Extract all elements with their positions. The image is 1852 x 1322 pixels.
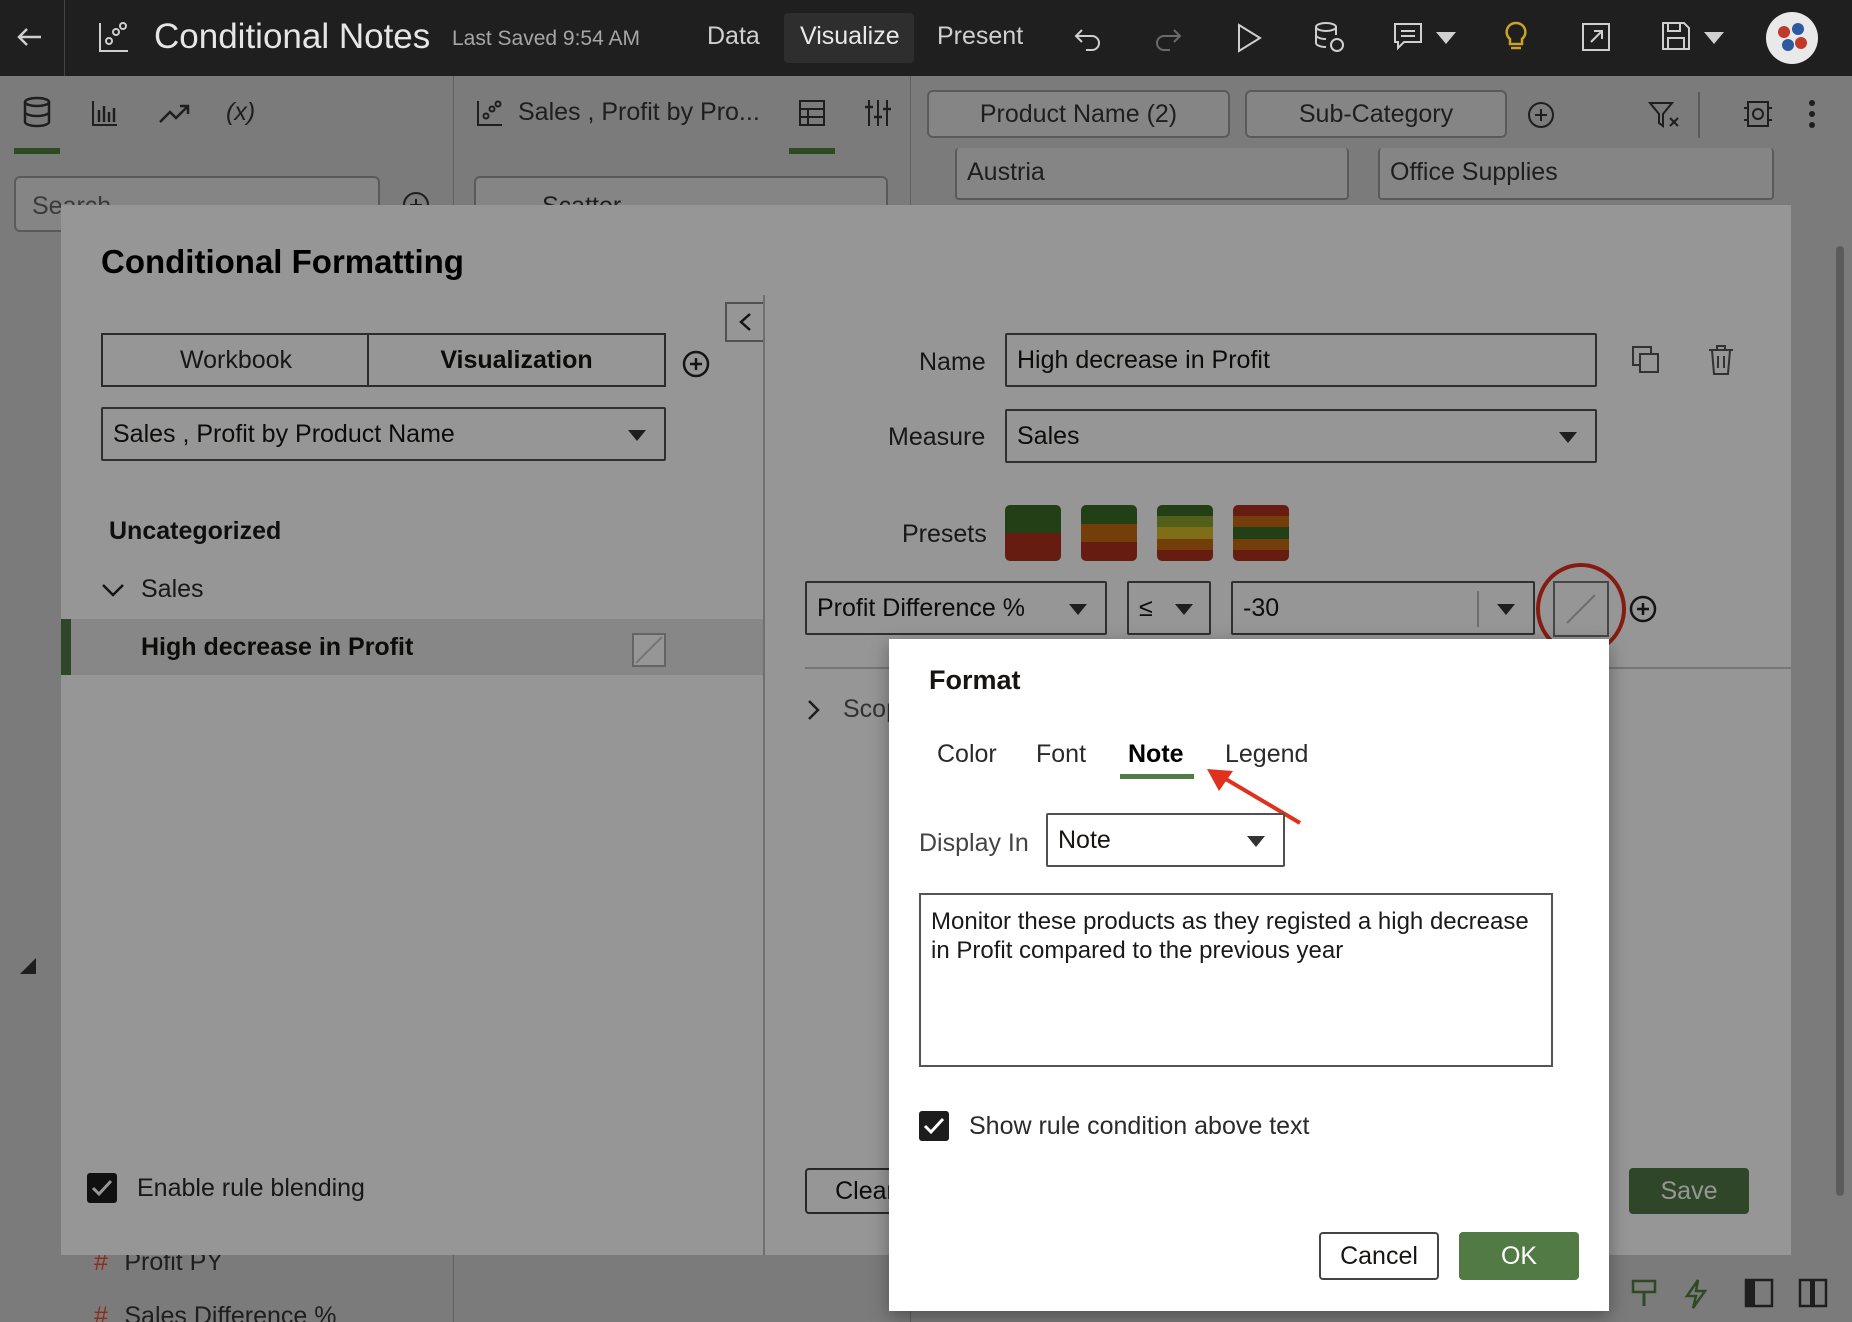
data-refresh-icon[interactable] xyxy=(1312,20,1346,54)
active-panel-underline xyxy=(14,148,60,154)
ok-button[interactable]: OK xyxy=(1459,1232,1579,1280)
scatter-chart-icon xyxy=(97,20,131,54)
scrollbar[interactable] xyxy=(1836,246,1844,1196)
bar-chart-icon[interactable] xyxy=(90,98,120,128)
export-icon[interactable] xyxy=(1580,21,1612,53)
checkbox-icon xyxy=(919,1111,949,1141)
scatter-chart-icon xyxy=(475,98,505,128)
back-arrow-icon[interactable] xyxy=(14,22,44,52)
measure-hash-icon: # xyxy=(94,1302,108,1322)
chevron-down-icon xyxy=(1247,836,1265,847)
play-icon[interactable] xyxy=(1234,22,1264,54)
app-title: Conditional Notes xyxy=(154,17,431,56)
drop-target-sub-category[interactable]: Sub-Category xyxy=(1245,90,1507,138)
tab-note[interactable]: Note xyxy=(1128,740,1184,769)
active-panel-underline xyxy=(789,148,835,154)
comment-dropdown-icon[interactable] xyxy=(1436,32,1456,44)
format-painter-icon[interactable] xyxy=(1630,1278,1658,1310)
comment-icon[interactable] xyxy=(1392,20,1424,52)
viz-title: Sales , Profit by Pro... xyxy=(518,98,760,126)
show-condition-label: Show rule condition above text xyxy=(969,1111,1310,1140)
redo-icon[interactable] xyxy=(1152,22,1184,54)
lightning-icon[interactable] xyxy=(1684,1278,1708,1310)
panel-toggle-icon[interactable] xyxy=(1744,1278,1774,1308)
list-item[interactable]: # Sales Difference % xyxy=(94,1302,337,1322)
show-condition-checkbox[interactable]: Show rule condition above text xyxy=(919,1111,1310,1141)
tab-present[interactable]: Present xyxy=(937,22,1023,51)
format-popup: Format Color Font Note Legend Display In… xyxy=(889,639,1609,1311)
database-icon[interactable] xyxy=(22,96,52,128)
filter-category-select[interactable]: Office Supplies xyxy=(1378,148,1774,200)
tab-color[interactable]: Color xyxy=(937,740,997,769)
save-dropdown-icon[interactable] xyxy=(1704,32,1724,44)
list-item-label: Sales Difference % xyxy=(124,1302,337,1322)
display-in-label: Display In xyxy=(919,829,1029,857)
filter-country-select[interactable]: Austria xyxy=(955,148,1349,200)
settings-gear-icon[interactable] xyxy=(1742,98,1774,130)
tab-data[interactable]: Data xyxy=(707,22,760,51)
properties-icon[interactable] xyxy=(864,98,892,128)
tab-visualize[interactable]: Visualize xyxy=(800,22,900,51)
save-icon[interactable] xyxy=(1660,20,1692,52)
calculation-icon[interactable]: (x) xyxy=(226,98,255,127)
top-bar: Conditional Notes Last Saved 9:54 AM Dat… xyxy=(0,0,1852,76)
panel-toggle-right-icon[interactable] xyxy=(1798,1278,1828,1308)
cancel-button[interactable]: Cancel xyxy=(1319,1232,1439,1280)
collapse-triangle-icon[interactable] xyxy=(20,958,36,974)
undo-icon[interactable] xyxy=(1072,22,1104,54)
display-in-select[interactable]: Note xyxy=(1046,813,1285,867)
grammar-icon[interactable] xyxy=(798,98,826,128)
format-title: Format xyxy=(929,665,1021,695)
drop-target-product-name[interactable]: Product Name (2) xyxy=(927,90,1230,138)
trend-icon[interactable] xyxy=(158,102,190,124)
last-saved-text: Last Saved 9:54 AM xyxy=(452,27,640,50)
add-circle-icon[interactable] xyxy=(1526,100,1556,130)
more-menu-icon[interactable] xyxy=(1808,98,1816,130)
avatar[interactable] xyxy=(1766,12,1818,64)
tab-font[interactable]: Font xyxy=(1036,740,1086,769)
active-tab-underline xyxy=(1120,774,1194,779)
note-textarea[interactable]: Monitor these products as they registed … xyxy=(919,893,1553,1067)
filter-icon[interactable] xyxy=(1648,100,1680,130)
lightbulb-icon[interactable] xyxy=(1502,20,1530,54)
